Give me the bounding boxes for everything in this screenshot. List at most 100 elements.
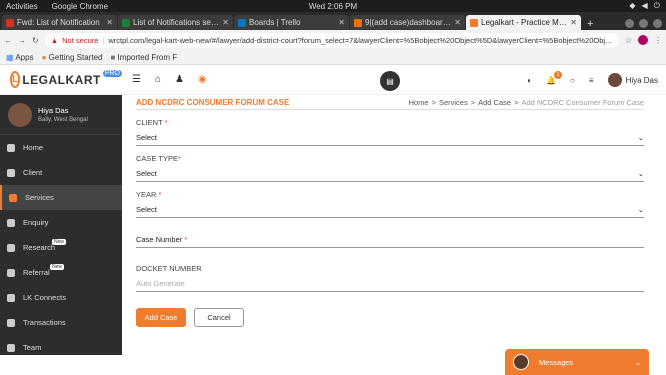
notification-bell[interactable]: 🔔 1 xyxy=(546,70,563,85)
rss-icon[interactable]: ◉ xyxy=(198,74,207,85)
case-number-input[interactable]: Case Number * xyxy=(136,232,644,248)
star-icon[interactable]: ☆ xyxy=(625,36,632,45)
client-select[interactable]: Select ⌄ xyxy=(136,130,644,146)
transactions-icon xyxy=(7,318,15,327)
year-select[interactable]: Select ⌄ xyxy=(136,202,644,218)
research-icon xyxy=(7,243,15,252)
docket-field: DOCKET NUMBER Auto Generate xyxy=(136,264,644,292)
sidebar-item-referral[interactable]: Referral New xyxy=(0,260,122,285)
minimize-button[interactable] xyxy=(625,19,634,28)
close-icon[interactable]: ✕ xyxy=(222,18,229,27)
close-icon[interactable]: ✕ xyxy=(106,18,113,27)
profile-icon[interactable] xyxy=(638,35,648,45)
tab-title: Legalkart - Practice Mana xyxy=(481,18,568,27)
hamburger-icon[interactable]: ☰ xyxy=(132,74,141,85)
back-icon[interactable]: ← xyxy=(4,36,12,45)
trello-icon xyxy=(238,18,246,27)
reload-icon[interactable]: ↻ xyxy=(32,36,39,45)
page-title: ADD NCDRC CONSUMER FORUM CASE xyxy=(136,97,290,107)
services-icon xyxy=(9,193,17,202)
bookmark-getting-started[interactable]: ● Getting Started xyxy=(42,53,103,62)
enquiry-icon xyxy=(7,218,15,227)
logo-text: LEGALKART xyxy=(22,72,101,87)
referral-icon xyxy=(7,268,15,277)
docket-placeholder: Auto Generate xyxy=(136,279,185,288)
page-title-row: ADD NCDRC CONSUMER FORUM CASE Home > Serv… xyxy=(136,95,644,110)
sidebar-item-transactions[interactable]: Transactions xyxy=(0,310,122,335)
main-content: ADD NCDRC CONSUMER FORUM CASE Home > Serv… xyxy=(122,95,666,355)
tab-title: 9|(add case)dashboard>c xyxy=(365,18,452,27)
case-type-label: CASE TYPE xyxy=(136,154,178,163)
forward-icon[interactable]: → xyxy=(18,36,26,45)
theme-icon[interactable]: ◐ xyxy=(527,76,532,85)
app-body: Hiya Das Bally, West Bengal Home Client … xyxy=(0,95,666,355)
id-card-icon[interactable]: ▤ xyxy=(380,71,400,91)
bookmark-apps[interactable]: ▦ Apps xyxy=(6,53,34,62)
chevron-down-icon[interactable]: ⌄ xyxy=(635,358,641,367)
menu-lines-icon[interactable]: ≡ xyxy=(589,76,594,85)
legalkart-icon xyxy=(470,18,478,27)
year-label: YEAR xyxy=(136,190,157,199)
new-tab-button[interactable]: + xyxy=(582,18,598,30)
client-icon xyxy=(7,168,15,177)
close-window-button[interactable] xyxy=(653,19,662,28)
header-right: ◐ 🔔 1 ○ ≡ Hiya Das xyxy=(527,65,658,95)
bookmarks-bar: ▦ Apps ● Getting Started ■ Imported From… xyxy=(0,50,666,65)
case-number-field: Case Number * xyxy=(136,232,644,248)
close-icon[interactable]: ✕ xyxy=(454,18,461,27)
breadcrumb-home[interactable]: Home xyxy=(409,98,429,107)
sidebar-item-label: Referral xyxy=(23,268,50,277)
case-type-select[interactable]: Select ⌄ xyxy=(136,166,644,182)
messages-widget[interactable]: Messages ⌄ xyxy=(505,349,649,375)
sidebar-item-label: Research xyxy=(23,243,56,252)
address-bar[interactable]: ▲ Not secure | wrctpl.com/legal-kart-web… xyxy=(44,32,619,48)
home-icon[interactable]: ⌂ xyxy=(155,74,161,85)
avatar xyxy=(8,102,32,127)
browser-tab-0[interactable]: Fwd: List of Notification ✕ xyxy=(2,15,117,30)
sidebar-item-client[interactable]: Client xyxy=(0,160,122,185)
team-icon xyxy=(7,343,15,352)
breadcrumb-current: Add NCDRC Consumer Forum Case xyxy=(521,97,644,107)
user-add-icon[interactable]: ♟ xyxy=(175,74,184,85)
close-icon[interactable]: ✕ xyxy=(570,18,577,27)
docket-label: DOCKET NUMBER xyxy=(136,264,202,273)
browser-tab-4[interactable]: Legalkart - Practice Mana ✕ xyxy=(466,15,581,30)
tab-title: List of Notifications seen xyxy=(133,18,220,27)
sidebar-item-home[interactable]: Home xyxy=(0,135,122,160)
not-secure-label: Not secure xyxy=(62,35,99,45)
cancel-button[interactable]: Cancel xyxy=(194,308,244,327)
bookmark-imported[interactable]: ■ Imported From F xyxy=(110,53,177,62)
user-menu[interactable]: Hiya Das xyxy=(607,73,658,87)
logo[interactable]: L LEGALKART PRO xyxy=(0,70,122,88)
maximize-button[interactable] xyxy=(639,19,648,28)
user-name: Hiya Das xyxy=(625,75,658,85)
sidebar-item-enquiry[interactable]: Enquiry xyxy=(0,210,122,235)
sidebar-item-label: Team xyxy=(23,343,42,352)
menu-icon[interactable]: ⋮ xyxy=(654,36,662,45)
notification-count: 1 xyxy=(554,70,563,79)
client-value: Select xyxy=(136,133,157,142)
bookmark-label: Apps xyxy=(15,52,34,62)
browser-tab-3[interactable]: 9|(add case)dashboard>c ✕ xyxy=(350,15,465,30)
search-icon[interactable]: ○ xyxy=(570,76,575,85)
sidebar-item-team[interactable]: Team xyxy=(0,335,122,355)
browser-tab-2[interactable]: Boards | Trello ✕ xyxy=(234,15,349,30)
breadcrumb-services[interactable]: Services xyxy=(439,98,468,107)
sidebar-item-lk-connects[interactable]: LK Connects xyxy=(0,285,122,310)
sidebar-item-label: Enquiry xyxy=(23,218,49,227)
docket-input[interactable]: Auto Generate xyxy=(136,276,644,292)
sidebar-item-research[interactable]: Research New xyxy=(0,235,122,260)
case-type-field: CASE TYPE* Select ⌄ xyxy=(136,154,644,182)
breadcrumb-add-case[interactable]: Add Case xyxy=(478,98,511,107)
app-header: L LEGALKART PRO ☰ ⌂ ♟ ◉ ▤ ◐ 🔔 1 ○ ≡ Hiya … xyxy=(0,65,666,95)
add-case-button[interactable]: Add Case xyxy=(136,308,186,327)
url-text: wrctpl.com/legal-kart-web-new/#/lawyer/a… xyxy=(108,35,612,45)
close-icon[interactable]: ✕ xyxy=(338,18,345,27)
browser-tab-1[interactable]: List of Notifications seen ✕ xyxy=(118,15,233,30)
sidebar-item-label: LK Connects xyxy=(23,293,66,302)
clock[interactable]: Wed 2:06 PM xyxy=(0,2,666,11)
sidebar-item-services[interactable]: Services xyxy=(0,185,122,210)
bookmark-label: Imported From F xyxy=(117,52,178,62)
sidebar-profile[interactable]: Hiya Das Bally, West Bengal xyxy=(0,95,122,135)
folder-icon: ■ xyxy=(110,52,116,62)
